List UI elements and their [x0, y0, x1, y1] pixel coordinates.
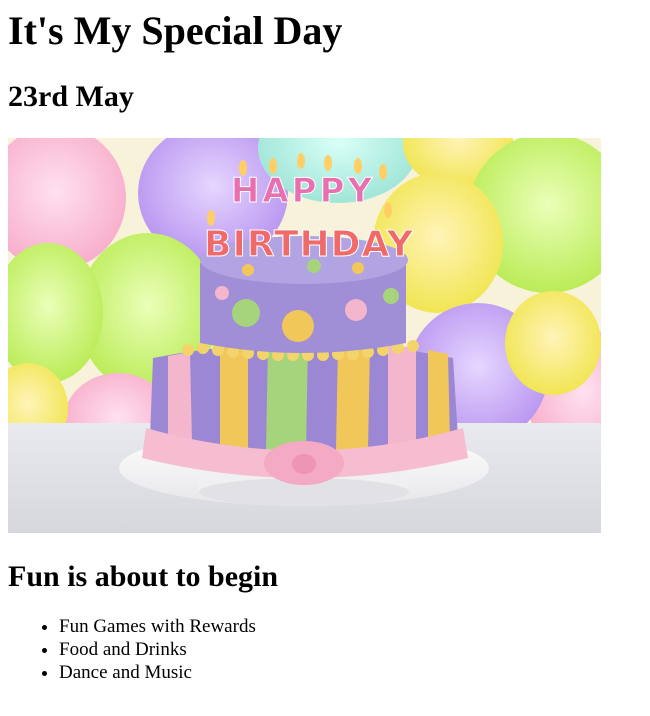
list-item: Dance and Music: [59, 661, 642, 684]
birthday-cake-image: HAPPY BIRTHDAY: [8, 138, 601, 533]
list-item: Food and Drinks: [59, 638, 642, 661]
activity-list: Fun Games with Rewards Food and Drinks D…: [8, 615, 642, 684]
section-heading: Fun is about to begin: [8, 560, 279, 593]
list-item: Fun Games with Rewards: [59, 615, 642, 638]
topper-line-1: HAPPY: [231, 171, 375, 211]
page: It's My Special Day 23rd May HAPPY BIRTH…: [0, 0, 650, 716]
topper-line-2: BIRTHDAY: [204, 224, 414, 265]
date-heading: 23rd May: [8, 80, 134, 113]
page-title: It's My Special Day: [8, 8, 343, 53]
